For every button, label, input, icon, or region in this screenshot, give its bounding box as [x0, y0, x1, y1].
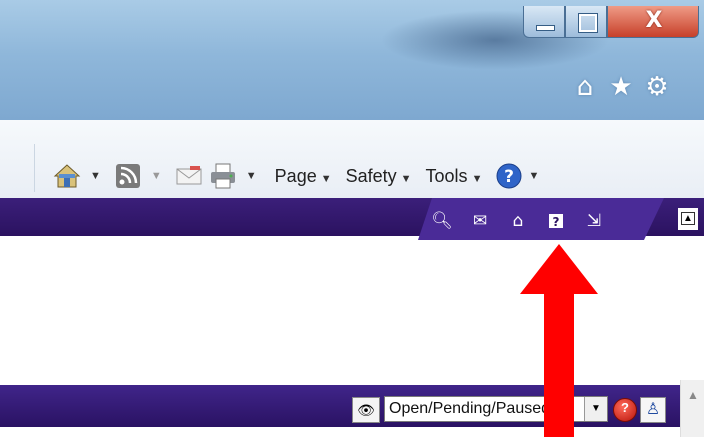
chevron-down-icon[interactable]: ▼ [584, 397, 607, 421]
chevron-down-icon: ▼ [400, 172, 412, 185]
page-menu-label: Page [274, 165, 317, 186]
maximize-button[interactable] [565, 6, 607, 38]
star-icon[interactable]: ★ [606, 72, 636, 102]
safety-menu-label: Safety [345, 165, 397, 186]
annotation-arrow-head [520, 244, 598, 294]
help-dropdown-arrow[interactable]: ▼ [528, 170, 539, 182]
command-bar-row: ▼ ▼ ▼ Page ▼ Safety ▼ Tools ▼ ? ▼ [52, 158, 551, 194]
tools-menu[interactable]: Tools ▼ [426, 166, 491, 187]
feeds-icon[interactable] [113, 161, 143, 191]
search-icon[interactable]: 🔍︎ [426, 210, 458, 232]
print-icon[interactable] [208, 161, 238, 191]
home-icon[interactable] [52, 161, 82, 191]
question-icon: ? [621, 400, 629, 415]
user-button[interactable]: ♙ [640, 397, 666, 423]
app-toolbar-icons: 🔍︎ ✉ ⌂ ? ⇲ [426, 210, 610, 232]
mail-icon[interactable] [174, 161, 204, 191]
scrollbar[interactable]: ▲ [680, 380, 704, 437]
minimize-icon [536, 25, 555, 31]
minimize-button[interactable] [523, 6, 565, 38]
collapse-icon: ▲ [681, 212, 695, 225]
binoculars-icon: 👁 [357, 402, 375, 418]
mail-icon[interactable]: ✉ [464, 210, 496, 232]
gear-icon[interactable]: ⚙ [642, 72, 672, 102]
exit-icon[interactable]: ⇲ [578, 210, 610, 232]
close-icon: X [645, 8, 663, 33]
scroll-up-icon[interactable]: ▲ [687, 388, 699, 402]
window-titlebar: X ⌂ ★ ⚙ [0, 0, 704, 120]
home-icon[interactable]: ⌂ [502, 210, 534, 232]
print-dropdown-arrow[interactable]: ▼ [246, 170, 257, 182]
close-button[interactable]: X [607, 6, 699, 38]
help-button[interactable]: ? [613, 398, 637, 422]
annotation-arrow-shaft [544, 292, 574, 437]
home-icon[interactable]: ⌂ [570, 72, 600, 102]
page-menu[interactable]: Page ▼ [275, 166, 340, 187]
status-filter-value: Open/Pending/Paused [389, 400, 551, 417]
maximize-icon [578, 13, 598, 33]
collapse-button[interactable]: ▲ [678, 208, 698, 230]
safety-menu[interactable]: Safety ▼ [346, 166, 420, 187]
browser-nav-icons: ⌂ ★ ⚙ [570, 72, 672, 108]
feeds-dropdown-arrow[interactable]: ▼ [151, 170, 162, 182]
status-filter-select[interactable]: Open/Pending/Paused ▼ [384, 396, 608, 422]
find-button[interactable]: 👁 [352, 397, 380, 423]
home-dropdown-arrow[interactable]: ▼ [90, 170, 101, 182]
svg-text:?: ? [553, 215, 560, 229]
help-icon[interactable]: ? [494, 161, 524, 191]
tools-menu-label: Tools [425, 165, 468, 186]
chevron-down-icon: ▼ [471, 172, 483, 185]
user-icon: ♙ [645, 401, 661, 418]
svg-text:?: ? [505, 167, 515, 187]
command-bar-divider [34, 144, 35, 192]
chevron-down-icon: ▼ [320, 172, 332, 185]
help-icon[interactable]: ? [540, 210, 572, 232]
command-bar: ▼ ▼ ▼ Page ▼ Safety ▼ Tools ▼ ? ▼ [0, 120, 704, 199]
